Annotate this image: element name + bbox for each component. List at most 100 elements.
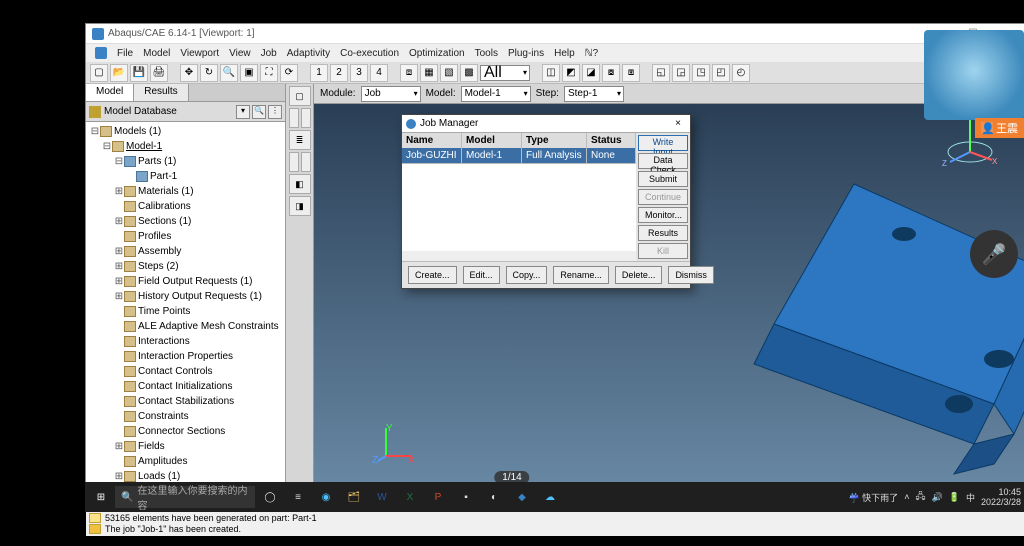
tree-node[interactable]: ⊞History Output Requests (1) (86, 289, 285, 304)
menu-viewport[interactable]: Viewport (180, 48, 219, 59)
system-tray[interactable]: ☔ 快下雨了 ˄ 🖧 🔊 🔋 中 10:452022/3/28 (848, 487, 1021, 507)
tree-node[interactable]: ⊞Assembly (86, 244, 285, 259)
menu-adaptivity[interactable]: Adaptivity (287, 48, 330, 59)
job-row[interactable]: Job-GUZHI Model-1 Full Analysis None (402, 148, 636, 163)
annot1-icon[interactable]: ◱ (652, 64, 670, 82)
chrome-icon[interactable]: ◐ (481, 484, 507, 510)
zoom-box-icon[interactable]: ▣ (240, 64, 258, 82)
annot4-icon[interactable]: ◰ (712, 64, 730, 82)
model-db-filter-icon[interactable]: 🔍 (252, 105, 266, 119)
tree-node[interactable]: Contact Initializations (86, 379, 285, 394)
dg2-icon[interactable]: ◩ (562, 64, 580, 82)
app-menu-icon[interactable] (95, 47, 107, 59)
tool-create-icon[interactable]: ▢ (289, 86, 311, 106)
fit-icon[interactable]: ⛶ (260, 64, 278, 82)
zoom-icon[interactable]: 🔍 (220, 64, 238, 82)
tool-e-icon[interactable]: ◧ (289, 174, 311, 194)
model-tree[interactable]: ⊟Models (1)⊟Model-1⊟Parts (1)Part-1⊞Mate… (86, 122, 285, 500)
print-icon[interactable]: 🖨 (150, 64, 168, 82)
tree-node[interactable]: Time Points (86, 304, 285, 319)
rename-button[interactable]: Rename... (553, 266, 609, 284)
monitor-button[interactable]: Monitor... (638, 207, 688, 223)
menu-coexecution[interactable]: Co-execution (340, 48, 399, 59)
meeting-icon[interactable]: ☁ (537, 484, 563, 510)
tool-a-icon[interactable] (289, 108, 299, 128)
tool-c-icon[interactable] (289, 152, 299, 172)
menu-help[interactable]: Help (554, 48, 575, 59)
tree-node[interactable]: ⊞Fields (86, 439, 285, 454)
tool-b-icon[interactable] (301, 108, 311, 128)
mute-button[interactable]: 🎤 (970, 230, 1018, 278)
tree-node[interactable]: ⊞Field Output Requests (1) (86, 274, 285, 289)
tree-node[interactable]: ⊞Steps (2) (86, 259, 285, 274)
menu-optimization[interactable]: Optimization (409, 48, 465, 59)
tray-arrow-icon[interactable]: ˄ (904, 492, 909, 502)
ime-icon[interactable]: 中 (966, 491, 975, 504)
menu-file[interactable]: File (117, 48, 133, 59)
orbit-icon[interactable]: ↻ (200, 64, 218, 82)
menu-tools[interactable]: Tools (475, 48, 498, 59)
write-input-button[interactable]: Write Input (638, 135, 688, 151)
tree-node[interactable]: Constraints (86, 409, 285, 424)
job-table[interactable]: Name Model Type Status Job-GUZHI Model-1… (402, 133, 636, 261)
tree-node[interactable]: ALE Adaptive Mesh Constraints (86, 319, 285, 334)
taskbar-search[interactable]: 🔍 在这里输入你要搜索的内容 (115, 486, 255, 508)
step-combo[interactable]: Step-1 (564, 86, 624, 102)
col-type[interactable]: Type (522, 133, 587, 148)
dismiss-button[interactable]: Dismiss (668, 266, 714, 284)
data-check-button[interactable]: Data Check (638, 153, 688, 169)
word-icon[interactable]: W (369, 484, 395, 510)
submit-button[interactable]: Submit (638, 171, 688, 187)
volume-icon[interactable]: 🔊 (932, 492, 943, 503)
view-1-icon[interactable]: 1 (310, 64, 328, 82)
edit-button[interactable]: Edit... (463, 266, 500, 284)
tree-node[interactable]: Interactions (86, 334, 285, 349)
terminal-icon[interactable]: ▪ (453, 484, 479, 510)
battery-icon[interactable]: 🔋 (949, 492, 960, 503)
module-combo[interactable]: Job (361, 86, 421, 102)
tree-node[interactable]: ⊟Parts (1) (86, 154, 285, 169)
col-model[interactable]: Model (462, 133, 522, 148)
tool-d-icon[interactable] (301, 152, 311, 172)
cortana-icon[interactable]: ≡ (285, 484, 311, 510)
tree-node[interactable]: Interaction Properties (86, 349, 285, 364)
tree-node[interactable]: Contact Stabilizations (86, 394, 285, 409)
model-db-dropdown-icon[interactable]: ▾ (236, 105, 250, 119)
results-button[interactable]: Results (638, 225, 688, 241)
display-group-combo[interactable]: All (480, 65, 530, 81)
pan-icon[interactable]: ✥ (180, 64, 198, 82)
save-icon[interactable]: 💾 (130, 64, 148, 82)
model-db-label[interactable]: Model Database (104, 106, 234, 117)
weather-widget[interactable]: ☔ 快下雨了 (848, 491, 898, 504)
menu-plugins[interactable]: Plug-ins (508, 48, 544, 59)
open-icon[interactable]: 📂 (110, 64, 128, 82)
abaqus-icon[interactable]: ◆ (509, 484, 535, 510)
col-name[interactable]: Name (402, 133, 462, 148)
model-db-opts-icon[interactable]: ⋮ (268, 105, 282, 119)
delete-button[interactable]: Delete... (615, 266, 663, 284)
view-4-icon[interactable]: 4 (370, 64, 388, 82)
tree-node[interactable]: Amplitudes (86, 454, 285, 469)
tree-node[interactable]: Contact Controls (86, 364, 285, 379)
menu-help-question-icon[interactable]: ℕ? (585, 48, 599, 59)
persp-icon[interactable]: ⧈ (400, 64, 418, 82)
excel-icon[interactable]: X (397, 484, 423, 510)
create-button[interactable]: Create... (408, 266, 457, 284)
dg1-icon[interactable]: ◫ (542, 64, 560, 82)
ppt-icon[interactable]: P (425, 484, 451, 510)
dg5-icon[interactable]: ⧆ (622, 64, 640, 82)
task-view-icon[interactable]: ◯ (257, 484, 283, 510)
video-thumbnail[interactable] (924, 30, 1024, 120)
shade-icon[interactable]: ▩ (460, 64, 478, 82)
tool-f-icon[interactable]: ◨ (289, 196, 311, 216)
tool-manager-icon[interactable]: ≣ (289, 130, 311, 150)
tree-node[interactable]: Calibrations (86, 199, 285, 214)
tree-node[interactable]: Connector Sections (86, 424, 285, 439)
rotate-icon[interactable]: ⟳ (280, 64, 298, 82)
menu-model[interactable]: Model (143, 48, 170, 59)
explorer-icon[interactable]: 🗂 (341, 484, 367, 510)
annot3-icon[interactable]: ◳ (692, 64, 710, 82)
col-status[interactable]: Status (587, 133, 636, 148)
tree-node[interactable]: Part-1 (86, 169, 285, 184)
menu-view[interactable]: View (229, 48, 251, 59)
